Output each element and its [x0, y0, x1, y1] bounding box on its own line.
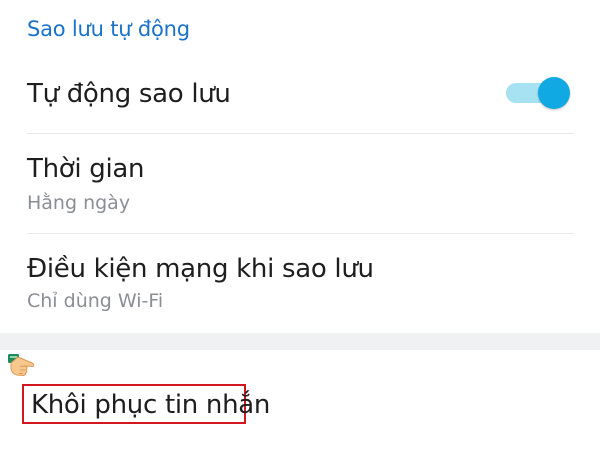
toggle-knob	[538, 77, 570, 109]
section-separator	[0, 333, 600, 350]
network-value: Chỉ dùng Wi-Fi	[27, 290, 164, 312]
network-row[interactable]: Điều kiện mạng khi sao lưu Chỉ dùng Wi-F…	[0, 234, 600, 332]
auto-backup-toggle[interactable]	[506, 77, 570, 109]
time-row[interactable]: Thời gian Hằng ngày	[0, 134, 600, 232]
restore-messages-label: Khôi phục tin nhắn	[31, 390, 271, 420]
pointing-hand-icon	[8, 354, 35, 377]
section-header: Sao lưu tự động	[27, 17, 190, 41]
auto-backup-label: Tự động sao lưu	[27, 79, 231, 109]
time-value: Hằng ngày	[27, 192, 131, 214]
network-label: Điều kiện mạng khi sao lưu	[27, 254, 374, 284]
time-label: Thời gian	[27, 154, 145, 184]
restore-messages-button[interactable]: Khôi phục tin nhắn	[22, 384, 270, 424]
